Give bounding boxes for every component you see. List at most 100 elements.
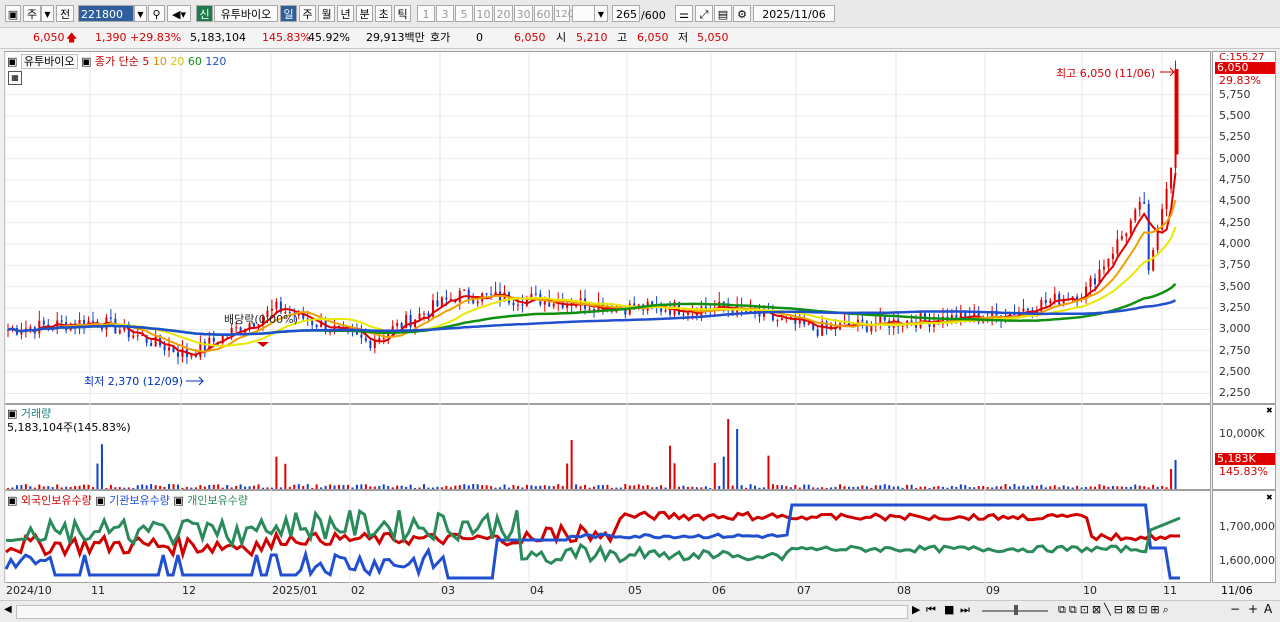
volume-bar (288, 486, 291, 489)
candle-body (516, 304, 519, 306)
volume-bar (731, 485, 734, 489)
volume-bar (449, 487, 452, 489)
chart-canvas[interactable] (0, 0, 1280, 600)
volume-bar (610, 487, 613, 489)
rewind-icon[interactable]: ⏮ (926, 603, 936, 617)
volume-bar (995, 486, 998, 489)
volume-bar (789, 487, 792, 489)
volume-bar (704, 486, 707, 489)
volume-bar (964, 485, 967, 489)
forward-icon[interactable]: ⏭ (960, 603, 970, 617)
x-axis-label: 10 (1083, 584, 1097, 597)
volume-bar (485, 485, 488, 489)
zoom-in-icon[interactable]: + (1248, 602, 1258, 616)
close-icon[interactable]: ✖ (1266, 493, 1273, 502)
volume-bar (20, 485, 23, 489)
candle-body (29, 327, 32, 329)
candle-body (400, 322, 403, 328)
volume-bar (816, 487, 819, 489)
zoom-out-icon[interactable]: − (1230, 602, 1240, 616)
price-y-tick: 3,500 (1219, 279, 1251, 293)
volume-bar (418, 487, 421, 489)
ma-title[interactable]: 종가 단순 (95, 55, 139, 68)
panel-stock-name[interactable]: 유투바이오 (20, 54, 78, 69)
candle-body (552, 303, 555, 307)
volume-bar (154, 485, 157, 489)
volume-bar (686, 486, 689, 489)
holdings-y-tick: 1,600,000 (1219, 554, 1275, 567)
volume-bar (56, 484, 59, 489)
price-y-tick: 5,500 (1219, 109, 1251, 123)
candle-body (168, 347, 171, 351)
volume-bar (919, 486, 922, 489)
horizontal-scrollbar[interactable] (16, 605, 908, 619)
volume-bar (655, 486, 658, 489)
holdings-legend: ▣ 외국인보유수량 ▣ 기관보유수량 ▣ 개인보유수량 (7, 492, 248, 508)
volume-bar (181, 487, 184, 489)
institution-holdings-label[interactable]: 기관보유수량 (109, 494, 170, 507)
price-y-tick: 4,000 (1219, 237, 1251, 251)
volume-bar (673, 463, 676, 489)
candle-body (311, 320, 314, 325)
foreign-holdings-label[interactable]: 외국인보유수량 (21, 494, 92, 507)
grid-icon[interactable]: ▦ (8, 71, 22, 85)
volume-bar (306, 484, 309, 489)
volume-bar (203, 486, 206, 489)
candle-body (235, 327, 238, 329)
candle-body (467, 289, 470, 300)
volume-bar (431, 487, 434, 489)
volume-bar (333, 485, 336, 489)
volume-bar (1004, 484, 1007, 489)
candle-body (1094, 278, 1097, 285)
volume-bar (745, 487, 748, 489)
ma-60: 60 (187, 55, 202, 68)
candle-body (212, 337, 215, 342)
font-size-icon[interactable]: A (1264, 602, 1272, 616)
volume-bar (1058, 487, 1061, 489)
volume-bar (387, 486, 390, 489)
individual-holdings-label[interactable]: 개인보유수량 (187, 494, 248, 507)
volume-bar (597, 485, 600, 489)
volume-bar (642, 485, 645, 489)
volume-bar (69, 486, 72, 489)
zoom-slider-handle[interactable] (1014, 605, 1018, 615)
volume-bar (405, 486, 408, 489)
volume-bar (194, 487, 197, 489)
volume-bar (906, 484, 909, 489)
volume-bar (1143, 486, 1146, 489)
candle-body (1022, 308, 1025, 312)
candle-body (1053, 293, 1056, 301)
volume-bar (633, 485, 636, 489)
volume-bar (508, 487, 511, 489)
drawing-tools-icons[interactable]: ⧉⧉⊡⊠╲⊟⊠⊡⊞⌕ (1058, 603, 1172, 617)
volume-bar (1071, 487, 1074, 489)
volume-bar (798, 487, 801, 489)
holdings-y-tick: 1,700,000 (1219, 520, 1275, 533)
candle-body (1143, 201, 1146, 204)
candle-body (512, 302, 515, 306)
x-axis-label: 09 (986, 584, 1000, 597)
last-price-label: 6,050 (1215, 62, 1275, 74)
volume-bar (123, 487, 126, 489)
stop-icon[interactable]: ■ (944, 603, 954, 616)
volume-bar (1170, 469, 1173, 489)
candle-body (1129, 220, 1132, 234)
volume-bar (682, 485, 685, 489)
volume-bar (727, 419, 730, 489)
volume-bar (382, 484, 385, 489)
volume-bar (297, 484, 300, 489)
volume-bar (874, 485, 877, 489)
volume-bar (60, 487, 63, 489)
volume-bar (199, 484, 202, 489)
scroll-left-icon[interactable]: ◀ (4, 604, 12, 615)
volume-bar (226, 485, 229, 489)
panel-icon: ▣ (95, 494, 106, 507)
volume-bar (351, 487, 354, 489)
candle-body (458, 290, 461, 302)
close-icon[interactable]: ✖ (1266, 406, 1273, 415)
volume-bar (65, 486, 68, 489)
volume-bar (740, 485, 743, 489)
scroll-right-icon[interactable]: ▶ (912, 603, 920, 616)
ma-20: 20 (170, 55, 185, 68)
candle-body (190, 355, 193, 358)
